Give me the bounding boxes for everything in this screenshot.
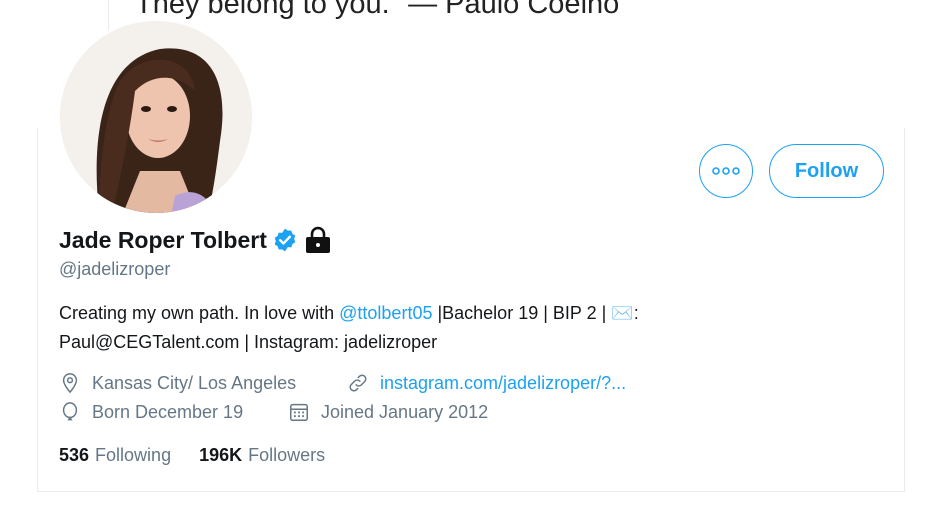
joined-item: Joined January 2012 xyxy=(288,401,488,423)
banner-quote: They belong to you." — Paulo Coelho xyxy=(108,0,909,30)
profile-handle: @jadelizroper xyxy=(59,259,171,279)
verified-badge-icon xyxy=(274,228,296,252)
following-stat[interactable]: 536 Following xyxy=(59,445,171,466)
balloon-icon xyxy=(59,401,81,423)
location-text: Kansas City/ Los Angeles xyxy=(92,372,297,393)
followers-stat[interactable]: 196K Followers xyxy=(199,445,325,466)
calendar-icon xyxy=(288,401,310,423)
follow-button[interactable]: Follow xyxy=(769,144,884,198)
born-text: Born December 19 xyxy=(92,401,244,422)
banner-quote-text: They belong to you." — Paulo Coelho xyxy=(135,0,620,20)
followers-count: 196K xyxy=(199,445,243,465)
following-count: 536 xyxy=(59,445,90,465)
profile-name-row: Jade Roper Tolbert xyxy=(59,225,333,255)
website-item: instagram.com/jadelizroper/?... xyxy=(347,372,626,394)
profile-stats: 536 Following 196K Followers xyxy=(59,445,325,466)
location-item: Kansas City/ Los Angeles xyxy=(59,372,296,394)
bio-text: Creating my own path. In love with xyxy=(59,303,340,323)
bio-mention-link[interactable]: @ttolbert05 xyxy=(339,303,432,323)
website-link[interactable]: instagram.com/jadelizroper/?... xyxy=(380,373,626,394)
more-options-button[interactable] xyxy=(699,144,753,198)
bio-text: : xyxy=(633,303,639,323)
location-pin-icon xyxy=(59,372,81,394)
joined-text: Joined January 2012 xyxy=(321,401,489,422)
avatar-portrait xyxy=(60,21,252,213)
birthday-item: Born December 19 xyxy=(59,401,243,423)
link-icon xyxy=(347,372,369,394)
followers-label: Followers xyxy=(248,445,326,465)
following-label: Following xyxy=(95,445,172,465)
bio-line-2: Paul@CEGTalent.com | Instagram: jadelizr… xyxy=(59,332,438,352)
profile-name[interactable]: Jade Roper Tolbert xyxy=(59,227,267,254)
envelope-icon: ✉️ xyxy=(611,303,634,323)
profile-bio: Creating my own path. In love with @ttol… xyxy=(59,299,819,357)
bio-text: |Bachelor 19 | BIP 2 | xyxy=(432,303,612,323)
ellipsis-icon xyxy=(712,167,740,175)
lock-icon xyxy=(305,226,330,253)
avatar[interactable] xyxy=(57,18,255,216)
